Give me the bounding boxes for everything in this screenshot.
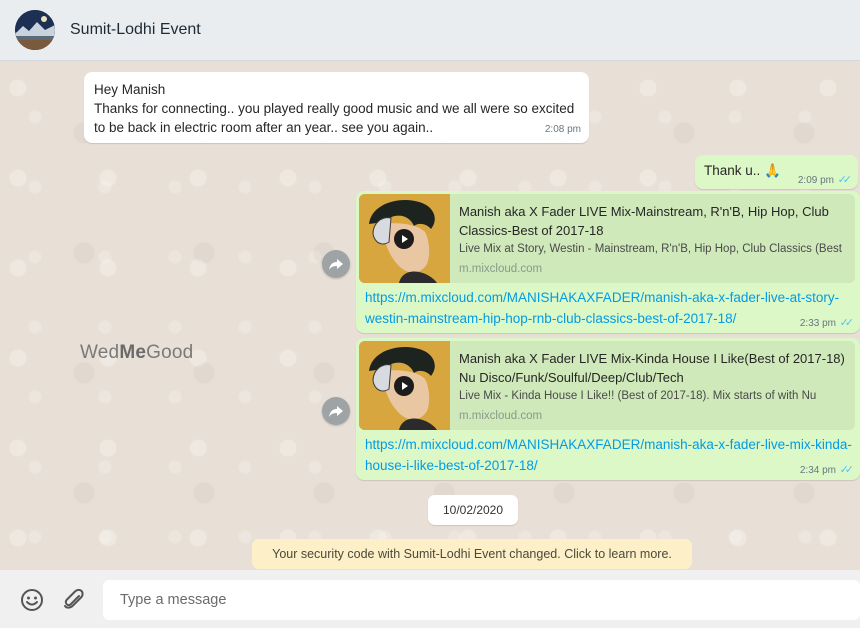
link-message: Manish aka X Fader LIVE Mix-Kinda House … xyxy=(356,338,860,480)
double-check-icon: ✓✓ xyxy=(837,174,853,186)
paperclip-icon[interactable] xyxy=(62,588,86,612)
double-check-icon: ✓✓ xyxy=(839,464,855,476)
watermark-part: Good xyxy=(146,342,194,363)
message-time: 2:34 pm xyxy=(799,465,836,476)
watermark-part: Me xyxy=(119,342,147,363)
message-time: 2:09 pm xyxy=(797,175,834,186)
outgoing-message: Thank u.. 🙏 2:09 pm ✓✓ xyxy=(695,155,858,189)
watermark-logo: WedMeGood xyxy=(80,342,193,364)
link-preview[interactable]: Manish aka X Fader LIVE Mix-Kinda House … xyxy=(359,341,855,430)
watermark-part: Wed xyxy=(80,342,120,363)
contact-avatar[interactable] xyxy=(15,10,55,50)
play-icon[interactable] xyxy=(394,229,414,249)
link-title: Manish aka X Fader LIVE Mix-Mainstream, … xyxy=(459,204,829,238)
link-domain: m.mixcloud.com xyxy=(459,410,543,422)
forward-icon[interactable] xyxy=(322,250,350,278)
message-list[interactable]: Hey Manish Thanks for connecting.. you p… xyxy=(0,61,860,570)
message-time: 2:33 pm xyxy=(799,318,836,329)
contact-name[interactable]: Sumit-Lodhi Event xyxy=(70,21,201,39)
message-line: Hey Manish xyxy=(94,82,166,97)
message-time: 2:08 pm xyxy=(544,124,581,135)
chat-header: Sumit-Lodhi Event xyxy=(0,0,860,61)
composer-bar xyxy=(0,570,860,628)
link-title: Manish aka X Fader LIVE Mix-Kinda House … xyxy=(459,351,845,385)
incoming-message: Hey Manish Thanks for connecting.. you p… xyxy=(84,72,589,143)
mix-thumbnail xyxy=(359,194,450,283)
message-input[interactable] xyxy=(103,580,860,620)
link-description: Live Mix at Story, Westin - Mainstream, … xyxy=(459,243,842,255)
link-preview[interactable]: Manish aka X Fader LIVE Mix-Mainstream, … xyxy=(359,194,855,283)
mix-thumbnail xyxy=(359,341,450,430)
message-link[interactable]: https://m.mixcloud.com/MANISHAKAXFADER/m… xyxy=(365,434,855,476)
forward-icon[interactable] xyxy=(322,397,350,425)
message-link[interactable]: https://m.mixcloud.com/MANISHAKAXFADER/m… xyxy=(365,287,855,329)
message-line: to be back in electric room after an yea… xyxy=(94,120,434,135)
link-description: Live Mix - Kinda House I Like!! (Best of… xyxy=(459,390,817,402)
smiley-icon[interactable] xyxy=(20,588,44,612)
date-divider: 10/02/2020 xyxy=(428,495,518,525)
message-line: Thanks for connecting.. you played reall… xyxy=(94,101,575,116)
message-text: Thank u.. 🙏 xyxy=(704,163,781,178)
double-check-icon: ✓✓ xyxy=(839,317,855,329)
security-notice[interactable]: Your security code with Sumit-Lodhi Even… xyxy=(252,539,692,569)
link-domain: m.mixcloud.com xyxy=(459,263,543,275)
play-icon[interactable] xyxy=(394,376,414,396)
link-message: Manish aka X Fader LIVE Mix-Mainstream, … xyxy=(356,191,860,333)
